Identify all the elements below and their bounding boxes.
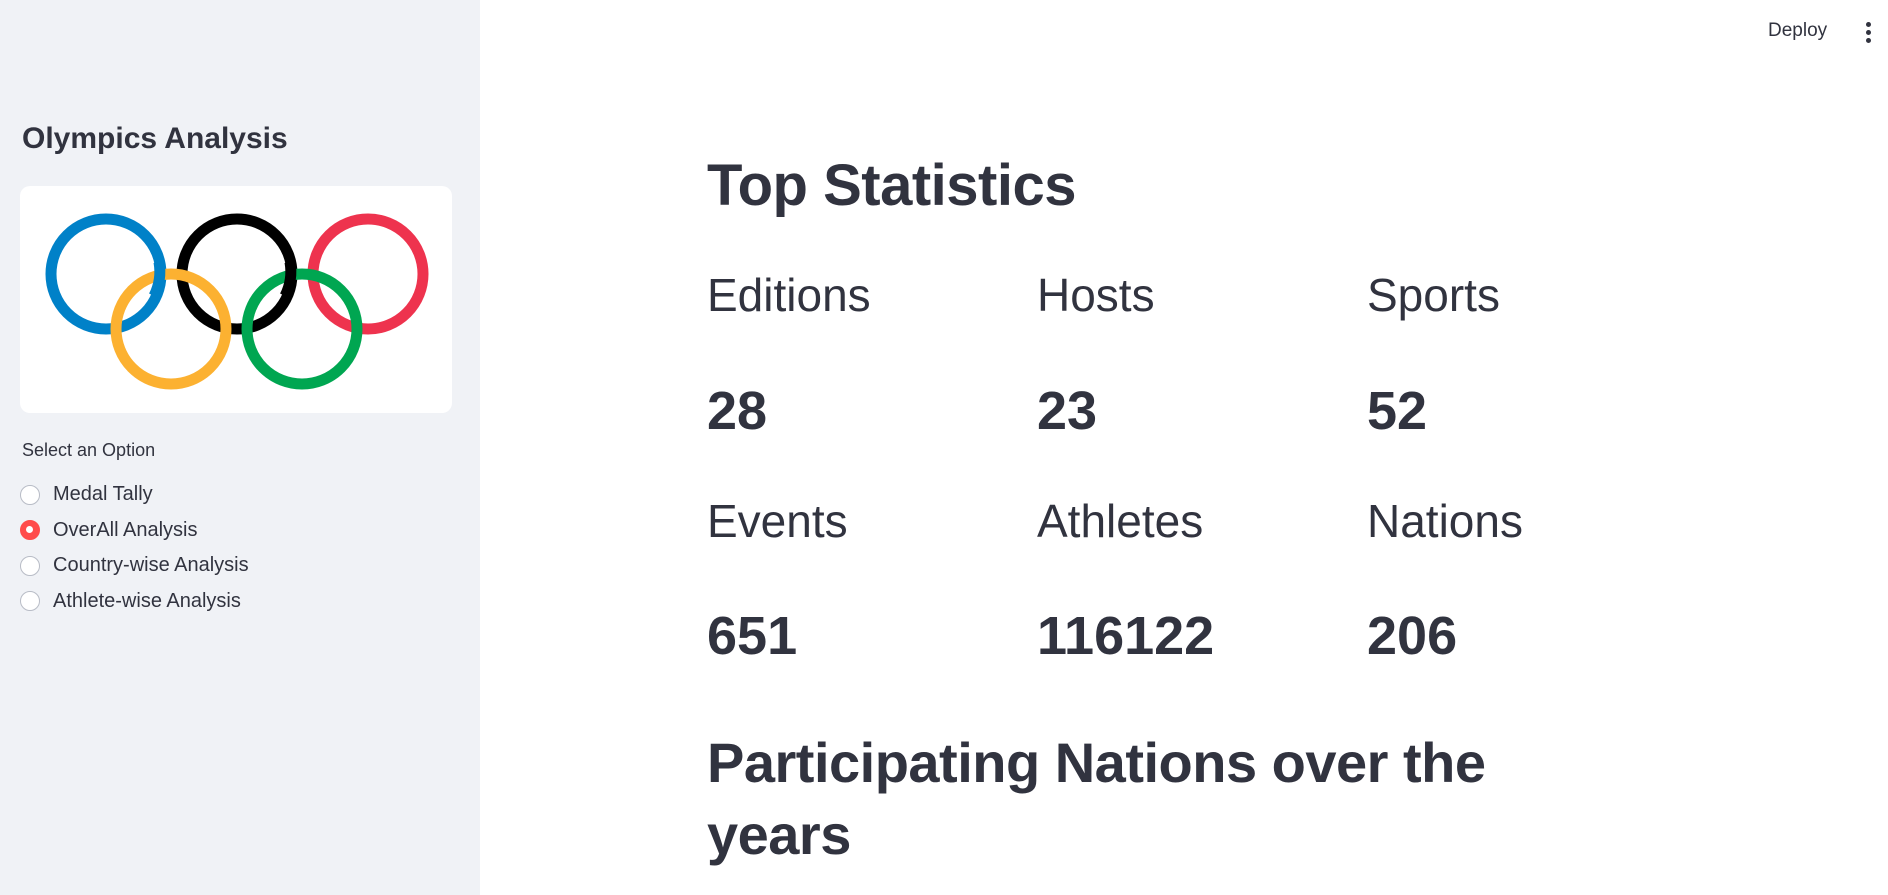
stat-label-editions: Editions bbox=[707, 269, 871, 321]
radio-option-overall-analysis[interactable]: OverAll Analysis bbox=[20, 513, 249, 549]
radio-selected-icon[interactable] bbox=[20, 520, 40, 541]
stat-label-hosts: Hosts bbox=[1037, 269, 1155, 321]
ring-blue bbox=[45, 213, 167, 335]
page-title: Top Statistics bbox=[707, 153, 1076, 218]
stat-value-nations: 206 bbox=[1367, 606, 1458, 666]
ring-yellow bbox=[110, 268, 232, 390]
radio-unselected-icon[interactable] bbox=[20, 484, 40, 505]
app-root: Olympics Analysis Select an Option Medal… bbox=[0, 0, 1888, 895]
stat-value-athletes: 116122 bbox=[1037, 606, 1215, 666]
stat-label-nations: Nations bbox=[1367, 495, 1523, 547]
radio-option-label: Athlete-wise Analysis bbox=[53, 589, 241, 612]
sidebar: Olympics Analysis Select an Option Medal… bbox=[0, 0, 480, 895]
deploy-button[interactable]: Deploy bbox=[1768, 20, 1827, 42]
stat-label-sports: Sports bbox=[1367, 269, 1500, 321]
olympic-rings-icon bbox=[45, 213, 429, 390]
radio-option-label: Country-wise Analysis bbox=[53, 554, 249, 577]
ring-green bbox=[241, 268, 363, 390]
olympic-rings-logo bbox=[20, 186, 452, 413]
radio-option-athlete-wise-analysis[interactable]: Athlete-wise Analysis bbox=[20, 584, 249, 620]
radio-option-label: Medal Tally bbox=[53, 483, 153, 506]
stat-label-events: Events bbox=[707, 495, 848, 547]
kebab-vertical-icon[interactable] bbox=[1863, 22, 1873, 46]
radio-unselected-icon[interactable] bbox=[20, 555, 40, 576]
radio-option-medal-tally[interactable]: Medal Tally bbox=[20, 477, 249, 513]
section-title: Participating Nations over the years bbox=[707, 731, 1486, 866]
stat-value-sports: 52 bbox=[1367, 381, 1428, 441]
option-radio-group: Medal Tally OverAll Analysis Country-wis… bbox=[20, 477, 249, 619]
stat-value-hosts: 23 bbox=[1037, 381, 1098, 441]
ring-red bbox=[307, 213, 429, 335]
stat-value-events: 651 bbox=[707, 606, 798, 666]
radio-unselected-icon[interactable] bbox=[20, 591, 40, 612]
radio-option-label: OverAll Analysis bbox=[53, 518, 198, 541]
stat-value-editions: 28 bbox=[707, 381, 768, 441]
radio-group-label: Select an Option bbox=[22, 440, 156, 460]
ring-black bbox=[176, 213, 298, 335]
stat-label-athletes: Athletes bbox=[1037, 495, 1204, 547]
sidebar-title: Olympics Analysis bbox=[22, 122, 288, 155]
radio-option-country-wise-analysis[interactable]: Country-wise Analysis bbox=[20, 548, 249, 584]
